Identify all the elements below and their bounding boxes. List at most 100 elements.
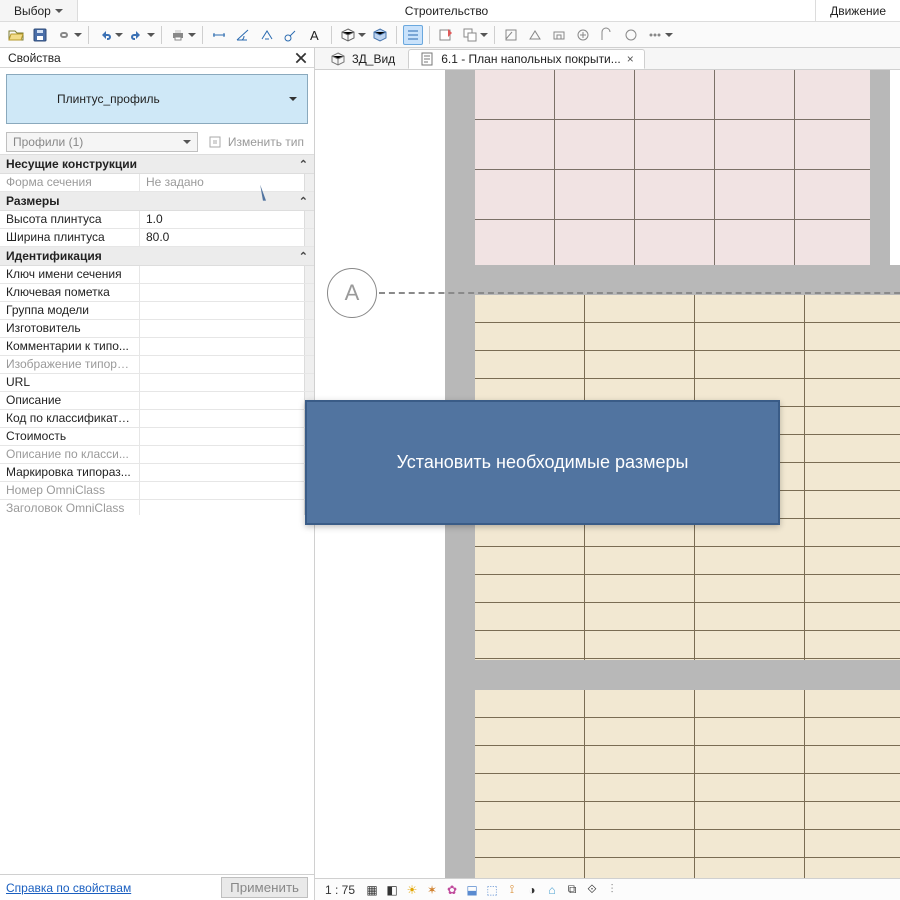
visual-style-icon[interactable]: ◧	[385, 883, 399, 897]
prop-value[interactable]	[140, 410, 304, 427]
undo-dropdown[interactable]	[95, 25, 123, 45]
prop-value[interactable]	[140, 266, 304, 283]
apply-button[interactable]: Применить	[221, 877, 308, 898]
callout-box: Установить необходимые размеры	[305, 400, 780, 525]
tool-g-dropdown[interactable]	[645, 25, 673, 45]
spot-elev-button[interactable]	[257, 25, 277, 45]
link-icon	[54, 25, 74, 45]
prop-value[interactable]	[140, 284, 304, 301]
detail-level-icon[interactable]: ▦	[365, 883, 379, 897]
properties-help-link[interactable]: Справка по свойствам	[6, 881, 131, 895]
tool-f-button[interactable]	[621, 25, 641, 45]
edit-type-button[interactable]: Изменить тип	[204, 134, 308, 150]
open-button[interactable]	[6, 25, 26, 45]
property-row[interactable]: Код по классификатору	[0, 410, 314, 428]
property-row[interactable]: Ключевая пометка	[0, 284, 314, 302]
grid-bubble-label: A	[345, 280, 360, 306]
group-ident-header[interactable]: Идентификация⌃	[0, 247, 314, 266]
measure-button[interactable]	[281, 25, 301, 45]
separator	[202, 26, 203, 44]
prop-label: Стоимость	[0, 428, 140, 445]
shadows-icon[interactable]: ✶	[425, 883, 439, 897]
tool-e-button[interactable]	[597, 25, 617, 45]
crop-icon[interactable]: ⬓	[465, 883, 479, 897]
toolbar: A	[0, 22, 900, 48]
close-icon[interactable]: ×	[627, 52, 634, 66]
property-row[interactable]: Описание по класси...	[0, 446, 314, 464]
grid-bubble[interactable]: A	[327, 268, 377, 318]
property-row[interactable]: Номер OmniClass	[0, 482, 314, 500]
prop-value[interactable]	[140, 464, 304, 481]
tool-b-button[interactable]	[525, 25, 545, 45]
redo-dropdown[interactable]	[127, 25, 155, 45]
instance-filter[interactable]: Профили (1)	[6, 132, 198, 152]
separator	[161, 26, 162, 44]
type-selector[interactable]: Плинтус_профиль	[6, 74, 308, 124]
worksharing-icon[interactable]: ⧉	[565, 883, 579, 897]
view-control-icons: ▦ ◧ ☀ ✶ ✿ ⬓ ⬚ ⟟ ◑ ⌂ ⧉ ⟐ ⫶	[365, 883, 619, 897]
prop-value[interactable]	[140, 392, 304, 409]
property-row[interactable]: Изображение типора...	[0, 356, 314, 374]
3d-view-dropdown[interactable]	[338, 25, 366, 45]
property-row[interactable]: Стоимость	[0, 428, 314, 446]
chevron-down-icon	[74, 33, 82, 37]
property-row[interactable]: Ключ имени сечения	[0, 266, 314, 284]
prop-value[interactable]: 1.0	[140, 211, 304, 228]
crop-region-icon[interactable]: ⬚	[485, 883, 499, 897]
close-view-button[interactable]	[436, 25, 456, 45]
prop-label: Код по классификатору	[0, 410, 140, 427]
windows-icon	[460, 25, 480, 45]
chevron-down-icon	[55, 9, 63, 13]
section-button[interactable]	[370, 25, 390, 45]
prop-label: Группа модели	[0, 302, 140, 319]
property-row[interactable]: Маркировка типораз...	[0, 464, 314, 482]
sun-path-icon[interactable]: ☀	[405, 883, 419, 897]
property-row[interactable]: URL	[0, 374, 314, 392]
text-button[interactable]: A	[305, 25, 325, 45]
group-struct-title: Несущие конструкции	[6, 157, 137, 171]
property-row[interactable]: Ширина плинтуса80.0	[0, 229, 314, 247]
group-struct-header[interactable]: Несущие конструкции⌃	[0, 155, 314, 174]
temp-hide-icon[interactable]: ◑	[525, 883, 539, 897]
menu-center[interactable]: Строительство	[391, 0, 503, 21]
thin-lines-button[interactable]	[403, 25, 423, 45]
menu-right[interactable]: Движение	[816, 0, 900, 21]
menu-select[interactable]: Выбор	[0, 0, 77, 21]
property-row[interactable]: Изготовитель	[0, 320, 314, 338]
tool-a-button[interactable]	[501, 25, 521, 45]
property-row[interactable]: Высота плинтуса1.0	[0, 211, 314, 229]
property-row[interactable]: Группа модели	[0, 302, 314, 320]
prop-value[interactable]	[140, 374, 304, 391]
close-icon[interactable]	[294, 51, 308, 65]
aligned-dim-button[interactable]	[209, 25, 229, 45]
prop-value[interactable]	[140, 428, 304, 445]
tool-c-button[interactable]	[549, 25, 569, 45]
view-break-icon[interactable]: ⫶	[605, 883, 619, 897]
prop-label: Описание	[0, 392, 140, 409]
view-tab-3d[interactable]: 3Д_Вид	[319, 49, 406, 69]
prop-value[interactable]: 80.0	[140, 229, 304, 246]
property-row[interactable]: Заголовок OmniClass	[0, 500, 314, 515]
prop-value[interactable]	[140, 320, 304, 337]
scale-label[interactable]: 1 : 75	[325, 883, 355, 897]
cube-icon	[338, 25, 358, 45]
lock-icon[interactable]: ⟟	[505, 883, 519, 897]
prop-value[interactable]	[140, 338, 304, 355]
angle-dim-button[interactable]	[233, 25, 253, 45]
switch-windows-dropdown[interactable]	[460, 25, 488, 45]
reveal-icon[interactable]: ⌂	[545, 883, 559, 897]
prop-value[interactable]	[140, 302, 304, 319]
property-row[interactable]: Комментарии к типо...	[0, 338, 314, 356]
tool-d-button[interactable]	[573, 25, 593, 45]
view-tab-plan[interactable]: 6.1 - План напольных покрыти... ×	[408, 49, 645, 69]
render-icon[interactable]: ✿	[445, 883, 459, 897]
floor-brick	[475, 690, 900, 878]
link-dropdown[interactable]	[54, 25, 82, 45]
prop-label: Изготовитель	[0, 320, 140, 337]
print-dropdown[interactable]	[168, 25, 196, 45]
property-row[interactable]: Описание	[0, 392, 314, 410]
group-dims-title: Размеры	[6, 194, 59, 208]
filter-row: Профили (1) Изменить тип	[0, 130, 314, 154]
save-button[interactable]	[30, 25, 50, 45]
view-settings-icon[interactable]: ⟐	[585, 883, 599, 897]
